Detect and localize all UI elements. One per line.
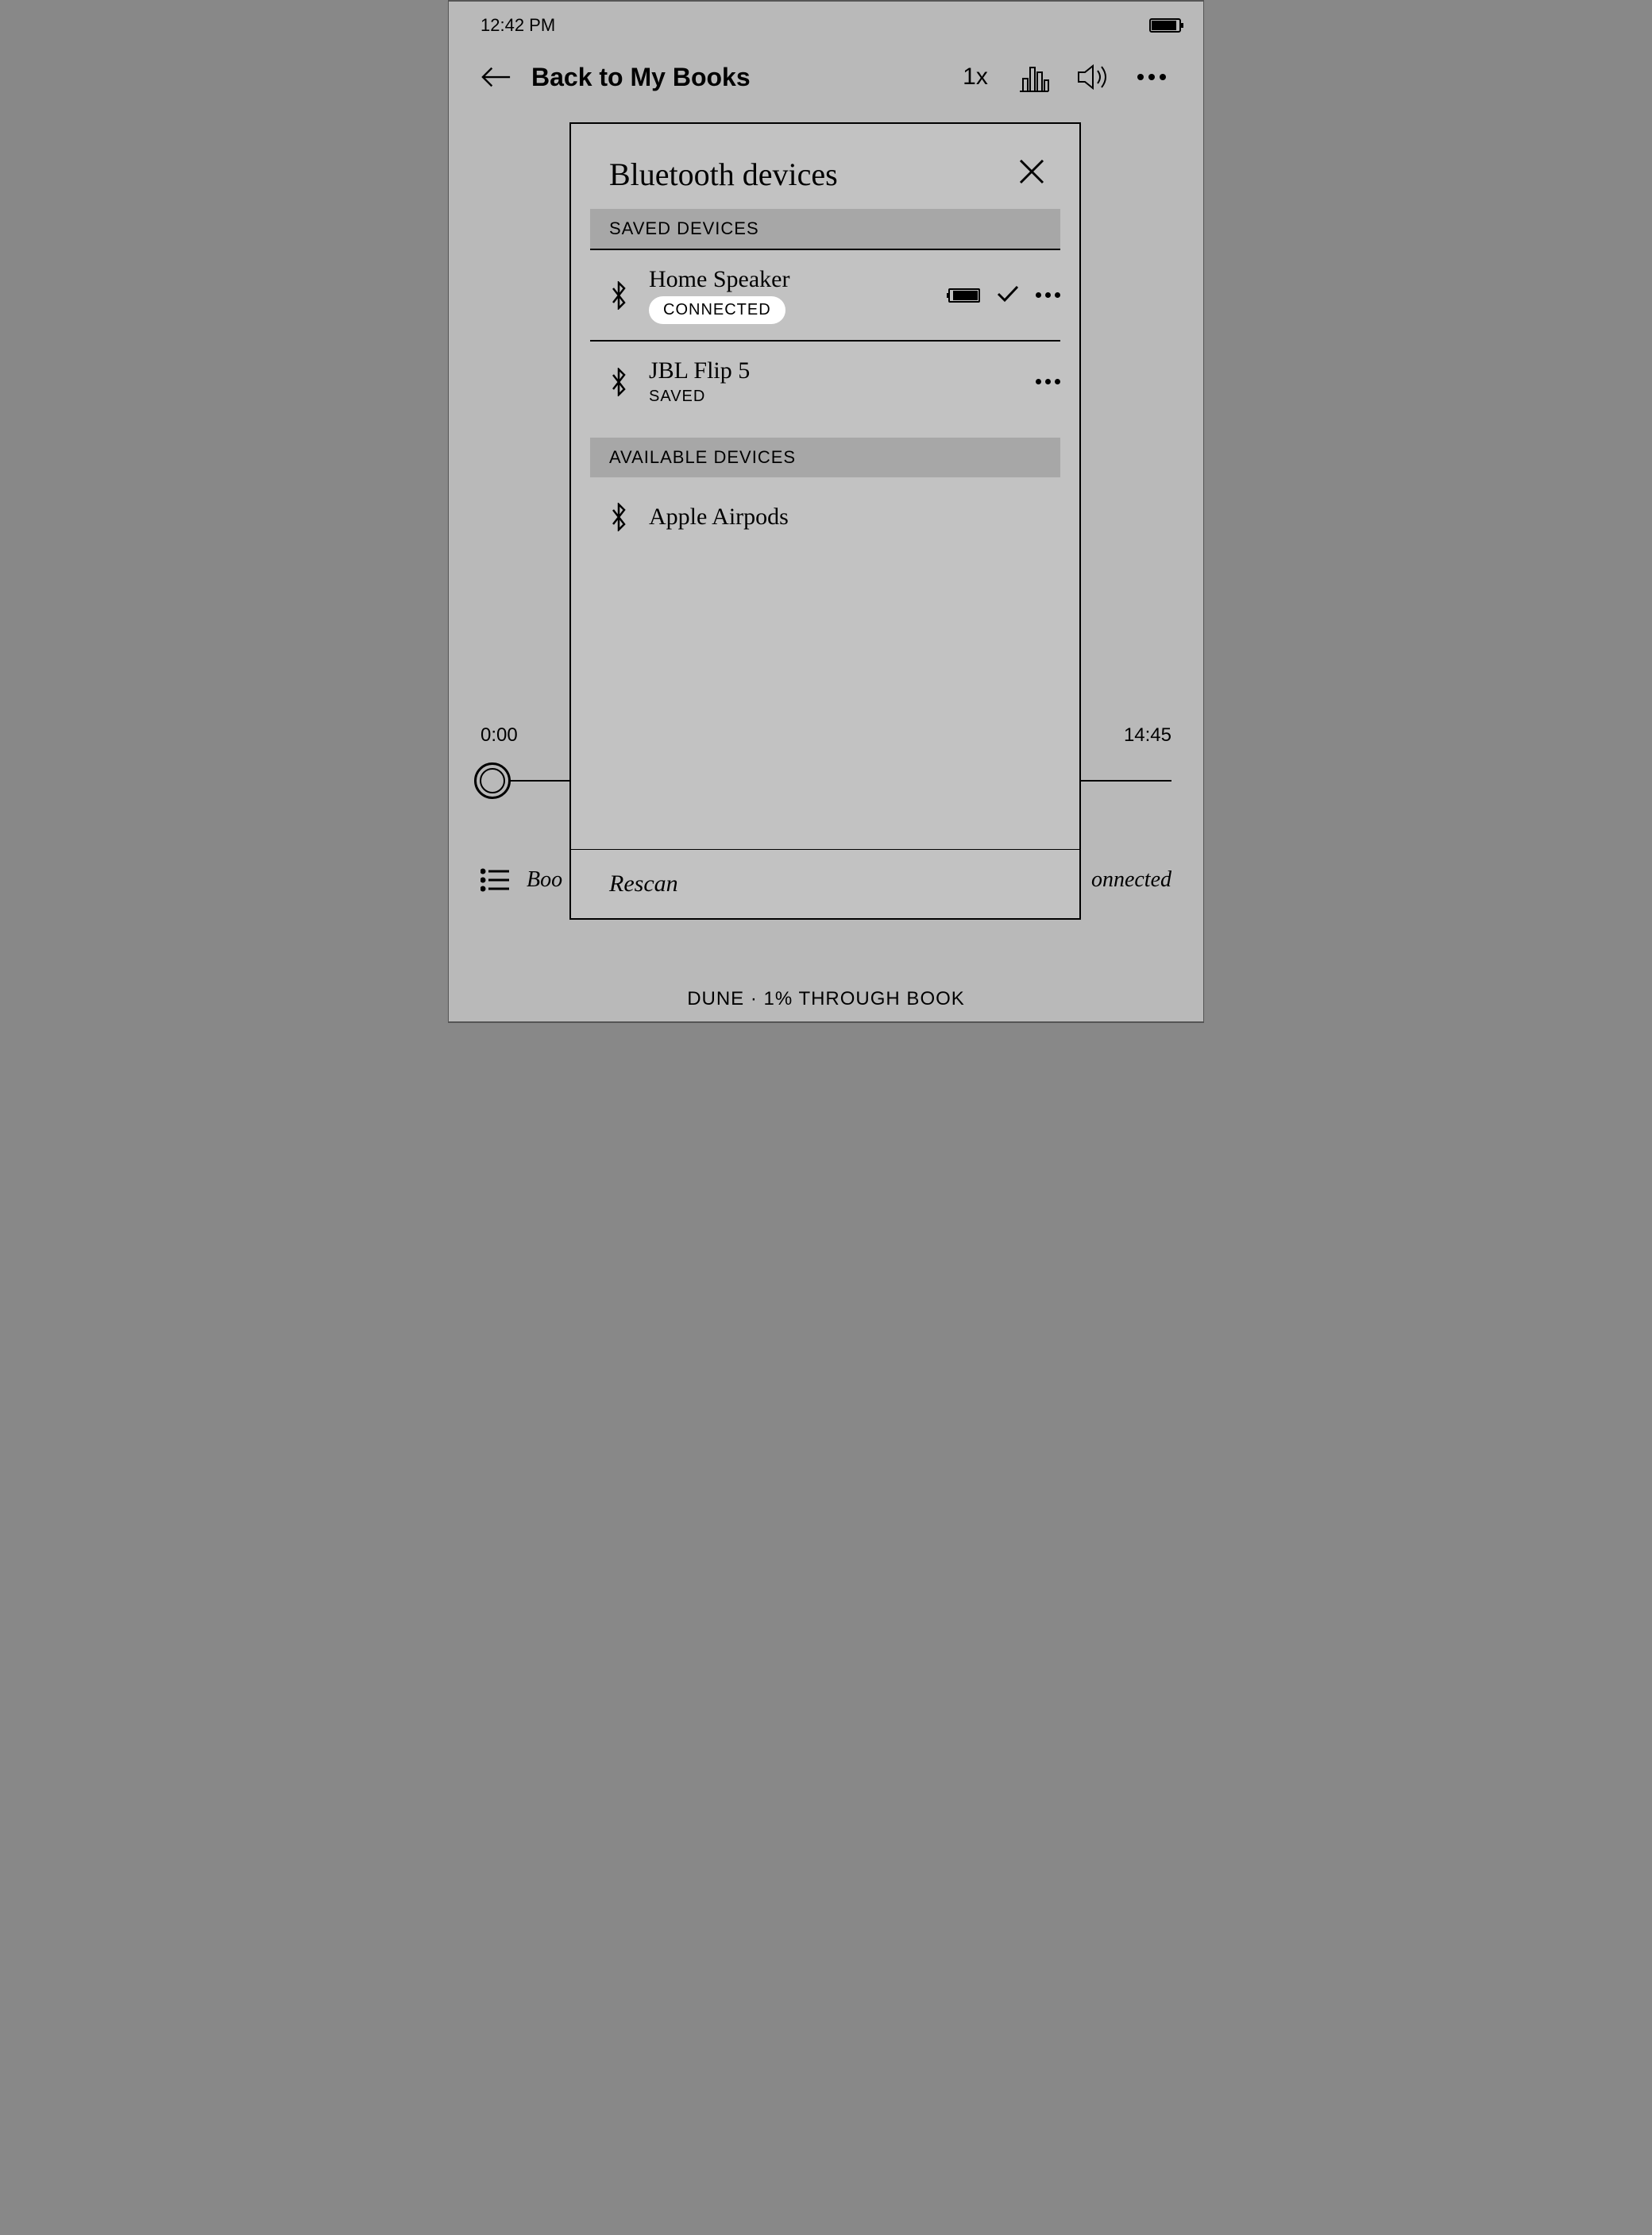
clock: 12:42 PM [481,15,555,36]
device-more-icon[interactable] [1036,292,1060,298]
bluetooth-icon [603,281,635,310]
equalizer-icon[interactable] [1014,57,1054,97]
modal-title: Bluetooth devices [609,156,838,193]
screen: 12:42 PM Back to My Books 1x 0:00 14:45 [448,0,1204,1023]
device-name: JBL Flip 5 [649,357,1021,384]
section-saved-devices: SAVED DEVICES [590,209,1060,249]
time-remaining: 14:45 [1124,724,1171,747]
back-arrow-icon[interactable] [481,66,512,88]
device-status-badge: CONNECTED [649,296,785,324]
status-bar: 12:42 PM [449,2,1203,41]
toc-icon[interactable] [481,868,509,892]
bottom-left-text: Boo [527,867,562,893]
rescan-button[interactable]: Rescan [571,849,1079,918]
device-name: Apple Airpods [649,504,1060,531]
progress-caption: DUNE · 1% THROUGH BOOK [449,988,1203,1010]
back-label[interactable]: Back to My Books [531,63,936,92]
device-row[interactable]: Apple Airpods [571,477,1079,557]
device-more-icon[interactable] [1036,379,1060,384]
device-row[interactable]: Home Speaker CONNECTED [571,250,1079,340]
volume-icon[interactable] [1073,57,1113,97]
close-icon[interactable] [1016,156,1048,187]
device-battery-icon [948,288,980,303]
check-icon [996,284,1020,307]
device-status: SAVED [649,388,1021,406]
battery-icon [1149,18,1181,33]
toolbar: Back to My Books 1x [449,41,1203,105]
bottom-right-text: onnected [1091,867,1171,893]
playback-speed-button[interactable]: 1x [955,57,995,97]
device-name: Home Speaker [649,266,934,293]
more-icon[interactable] [1132,57,1171,97]
device-row[interactable]: JBL Flip 5 SAVED [571,342,1079,422]
bluetooth-icon [603,368,635,396]
section-available-devices: AVAILABLE DEVICES [590,438,1060,477]
bluetooth-modal: Bluetooth devices SAVED DEVICES Home Spe… [569,122,1081,920]
bluetooth-icon [603,503,635,531]
time-elapsed: 0:00 [481,724,518,747]
scrubber-thumb[interactable] [474,762,511,799]
